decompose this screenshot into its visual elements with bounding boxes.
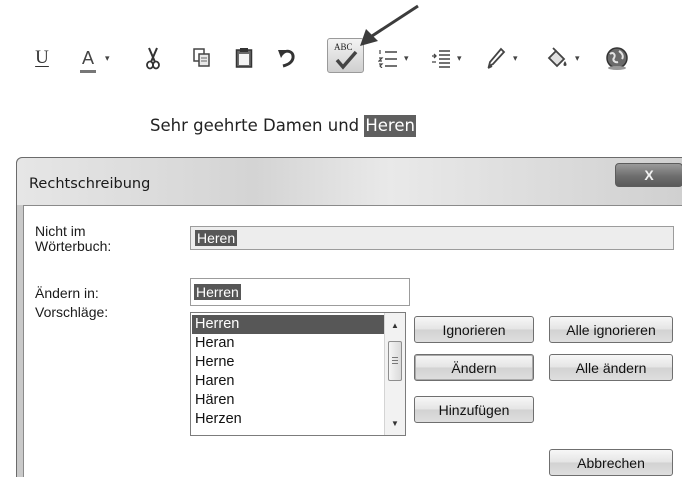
scrollbar-thumb[interactable] <box>388 341 402 381</box>
spelling-dialog: Rechtschreibung X Nicht im Wörterbuch: H… <box>16 157 682 477</box>
ignore-all-button[interactable]: Alle ignorieren <box>549 316 673 343</box>
suggestions-list[interactable]: Herren Heran Herne Haren Hären Herzen ▲ … <box>190 312 406 436</box>
suggestion-item[interactable]: Haren <box>192 372 384 391</box>
document-text: Sehr geehrte Damen und Heren <box>150 115 416 137</box>
document-text-before: Sehr geehrte Damen und <box>150 116 365 135</box>
add-to-dictionary-button[interactable]: Hinzufügen <box>414 396 534 423</box>
change-to-input[interactable]: Herren <box>190 278 410 306</box>
change-button[interactable]: Ändern <box>414 354 534 381</box>
change-all-button[interactable]: Alle ändern <box>549 354 673 381</box>
suggestion-item[interactable]: Heran <box>192 334 384 353</box>
suggestion-item[interactable]: Hären <box>192 391 384 410</box>
not-in-dictionary-label: Nicht im Wörterbuch: <box>35 223 112 254</box>
dialog-content: Nicht im Wörterbuch: Heren Ändern in: He… <box>23 205 682 477</box>
not-in-dictionary-field[interactable]: Heren <box>190 226 674 250</box>
ignore-button[interactable]: Ignorieren <box>414 316 534 343</box>
suggestions-label: Vorschläge: <box>35 304 109 320</box>
annotation-arrow-icon <box>360 4 419 46</box>
close-button[interactable]: X <box>615 163 682 187</box>
suggestion-item-selected[interactable]: Herren <box>192 315 384 334</box>
misspelled-word-highlight[interactable]: Heren <box>364 115 416 137</box>
not-in-dictionary-value: Heren <box>195 230 238 246</box>
dialog-title: Rechtschreibung <box>29 176 151 192</box>
suggestions-scrollbar[interactable]: ▲ ▼ <box>384 313 405 435</box>
suggestion-item[interactable]: Herne <box>192 353 384 372</box>
scroll-down-icon[interactable]: ▼ <box>385 413 405 433</box>
scroll-up-icon[interactable]: ▲ <box>385 315 405 335</box>
close-icon: X <box>644 167 654 183</box>
suggestion-item[interactable]: Herzen <box>192 410 384 429</box>
change-to-value: Herren <box>194 284 241 300</box>
change-to-label: Ändern in: <box>35 285 99 301</box>
dialog-titlebar[interactable]: Rechtschreibung X <box>17 158 682 205</box>
cancel-button[interactable]: Abbrechen <box>549 449 673 476</box>
